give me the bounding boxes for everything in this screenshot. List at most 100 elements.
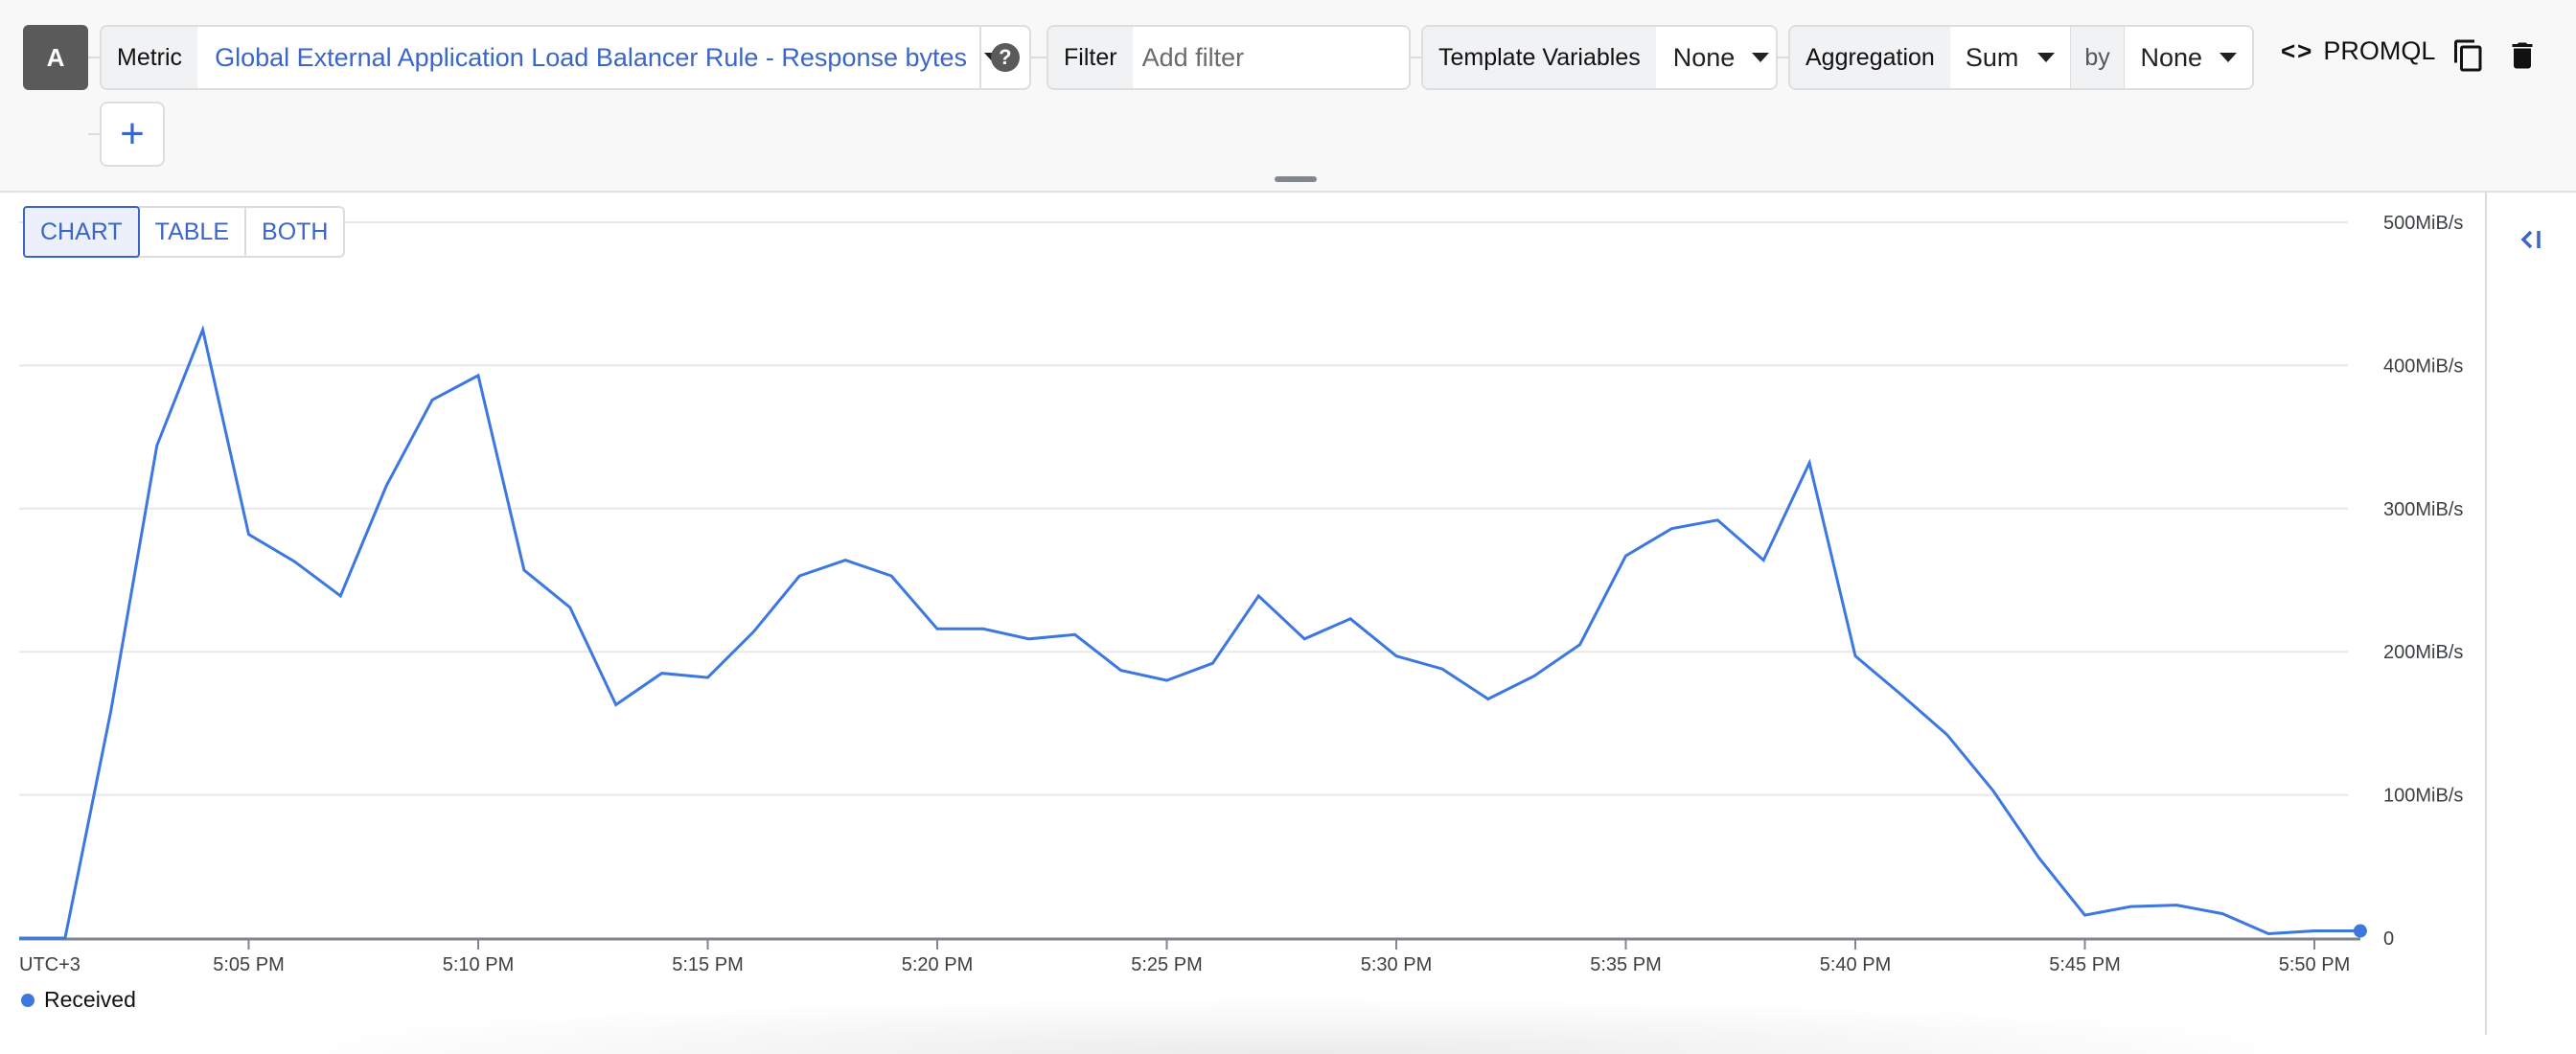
- collapse-panel-button[interactable]: [2513, 220, 2551, 259]
- y-tick-label: 300MiB/s: [2383, 499, 2463, 520]
- data-point[interactable]: [796, 573, 802, 579]
- copy-icon: [2454, 39, 2482, 72]
- data-point[interactable]: [888, 573, 894, 579]
- group-by-dropdown[interactable]: None: [2125, 27, 2252, 88]
- data-point[interactable]: [1026, 636, 1032, 642]
- data-point[interactable]: [2312, 928, 2317, 934]
- view-toggle-both[interactable]: BOTH: [246, 208, 343, 256]
- legend-color-dot: [21, 993, 34, 1007]
- promql-label: PROMQL: [2323, 36, 2436, 65]
- data-point[interactable]: [2128, 904, 2133, 909]
- x-axis-ticks: 5:05 PM 5:10 PM 5:15 PM 5:20 PM 5:25 PM 5:30 …: [213, 939, 2350, 975]
- copy-button[interactable]: [2451, 36, 2486, 75]
- data-point[interactable]: [1990, 788, 1996, 793]
- aggregation-dropdown[interactable]: Sum: [1950, 27, 2070, 88]
- data-point[interactable]: [200, 327, 206, 332]
- data-point[interactable]: [1301, 636, 1307, 642]
- series-line-received[interactable]: [19, 325, 2360, 940]
- data-point[interactable]: [613, 701, 619, 707]
- line-chart: 0 100MiB/s 200MiB/s 300MiB/s 400MiB/s 500MiB/…: [16, 213, 2463, 975]
- data-point[interactable]: [1898, 692, 1904, 698]
- data-point[interactable]: [1944, 732, 1950, 738]
- data-point[interactable]: [2174, 903, 2179, 908]
- x-tick-label: 5:10 PM: [443, 954, 514, 975]
- data-point[interactable]: [1668, 526, 1674, 532]
- data-point[interactable]: [1393, 653, 1399, 659]
- data-point[interactable]: [1209, 660, 1215, 666]
- filter-input[interactable]: Add filter: [1142, 43, 1245, 73]
- data-point[interactable]: [1118, 668, 1124, 674]
- side-panel: [2485, 193, 2576, 1035]
- connector-line: [92, 90, 94, 136]
- data-point[interactable]: [429, 397, 435, 402]
- data-point[interactable]: [2220, 911, 2225, 917]
- data-point[interactable]: [705, 675, 711, 680]
- x-tick-label: 5:20 PM: [902, 954, 973, 975]
- trash-icon: [2512, 42, 2533, 69]
- template-variables-label: Template Variables: [1423, 27, 1656, 88]
- data-point[interactable]: [521, 567, 527, 573]
- view-toggle-chart[interactable]: CHART: [23, 206, 140, 258]
- resize-handle[interactable]: [1275, 176, 1317, 182]
- data-point[interactable]: [1485, 697, 1491, 702]
- data-point[interactable]: [291, 559, 297, 564]
- filter-field[interactable]: Filter Add filter: [1046, 25, 1411, 90]
- data-point[interactable]: [934, 626, 940, 631]
- data-point[interactable]: [62, 935, 68, 941]
- aggregation-selector[interactable]: Aggregation Sum by None: [1788, 25, 2254, 90]
- promql-button[interactable]: <> PROMQL: [2281, 36, 2435, 66]
- data-point[interactable]: [16, 935, 22, 941]
- data-point[interactable]: [475, 373, 481, 378]
- y-tick-label: 500MiB/s: [2383, 213, 2463, 234]
- data-point[interactable]: [1164, 677, 1170, 683]
- data-point[interactable]: [567, 605, 573, 610]
- metric-selector[interactable]: Metric Global External Application Load …: [100, 25, 1031, 90]
- data-point[interactable]: [1439, 666, 1445, 672]
- data-point[interactable]: [383, 483, 389, 489]
- filter-input-wrap[interactable]: Add filter: [1133, 27, 1409, 88]
- y-tick-label: 0: [2383, 928, 2394, 950]
- chart-legend: Received: [21, 987, 136, 1013]
- data-point[interactable]: [1072, 631, 1078, 637]
- x-tick-label: 5:35 PM: [1590, 954, 1661, 975]
- data-point[interactable]: [1531, 674, 1537, 679]
- data-point[interactable]: [842, 558, 848, 563]
- metric-value: Global External Application Load Balance…: [215, 42, 968, 72]
- help-button[interactable]: ?: [981, 27, 1029, 88]
- data-point[interactable]: [750, 629, 756, 634]
- data-point[interactable]: [154, 443, 160, 448]
- data-point[interactable]: [1714, 517, 1720, 523]
- y-tick-label: 400MiB/s: [2383, 355, 2463, 377]
- aggregation-label: Aggregation: [1790, 27, 1950, 88]
- data-point[interactable]: [1806, 460, 1812, 466]
- query-label-badge[interactable]: A: [23, 25, 88, 90]
- data-point[interactable]: [1577, 642, 1583, 648]
- template-variables-dropdown[interactable]: None: [1656, 27, 1776, 88]
- metric-label: Metric: [102, 27, 198, 88]
- data-point[interactable]: [337, 593, 343, 599]
- data-point[interactable]: [659, 671, 665, 676]
- data-point[interactable]: [2036, 855, 2042, 860]
- data-point[interactable]: [1852, 653, 1858, 659]
- data-point[interactable]: [2082, 912, 2088, 918]
- y-axis-labels: 0 100MiB/s 200MiB/s 300MiB/s 400MiB/s 500MiB/…: [2383, 213, 2463, 950]
- data-point[interactable]: [108, 707, 114, 713]
- data-point[interactable]: [2266, 931, 2271, 937]
- series-group: [16, 325, 2367, 941]
- data-point[interactable]: [246, 532, 252, 538]
- data-point[interactable]: [1760, 558, 1766, 563]
- template-variables-selector[interactable]: Template Variables None: [1421, 25, 1778, 90]
- data-point[interactable]: [1347, 616, 1353, 622]
- help-circle-icon: ?: [990, 43, 1020, 72]
- connector-line: [1031, 57, 1046, 58]
- x-tick-label: 5:30 PM: [1361, 954, 1432, 975]
- add-query-button[interactable]: +: [100, 102, 165, 167]
- metric-dropdown[interactable]: Global External Application Load Balance…: [197, 27, 1002, 88]
- latest-point-marker[interactable]: [2353, 924, 2367, 938]
- view-toggle-table[interactable]: TABLE: [140, 208, 247, 256]
- delete-button[interactable]: [2505, 36, 2540, 75]
- legend-item-received[interactable]: Received: [44, 987, 136, 1013]
- data-point[interactable]: [1255, 593, 1261, 599]
- data-point[interactable]: [980, 626, 986, 631]
- data-point[interactable]: [1623, 553, 1629, 559]
